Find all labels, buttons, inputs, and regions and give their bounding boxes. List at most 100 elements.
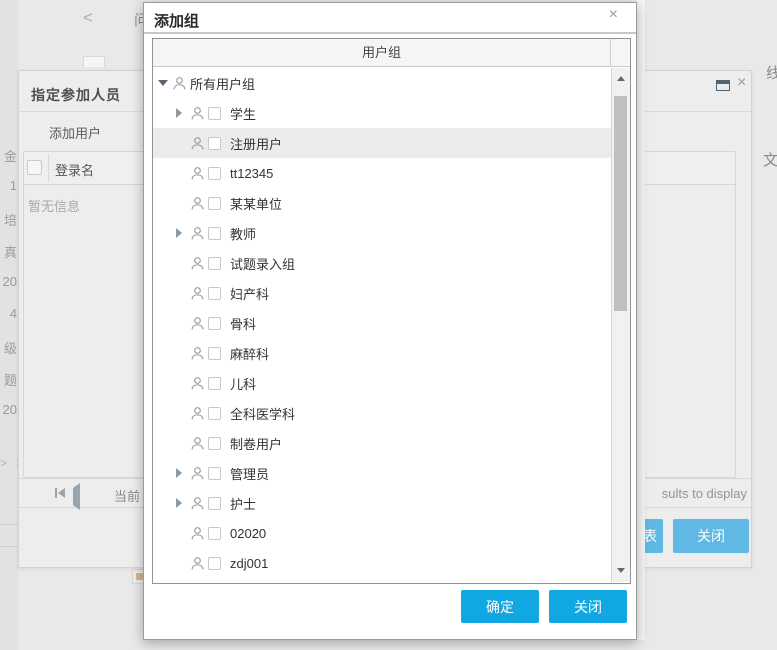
scrollbar-thumb[interactable] xyxy=(614,96,627,311)
group-checkbox[interactable] xyxy=(208,197,221,210)
tree-item-label: 试题录入组 xyxy=(230,254,295,273)
user-group-icon xyxy=(190,436,205,451)
clipped-text-fragment: 文 xyxy=(763,149,777,170)
group-checkbox[interactable] xyxy=(208,287,221,300)
tree-item[interactable]: 护士 xyxy=(153,488,611,518)
tree-item-label: 制卷用户 xyxy=(230,434,282,453)
group-checkbox[interactable] xyxy=(208,377,221,390)
tree-item[interactable]: 麻醉科 xyxy=(153,338,611,368)
column-divider xyxy=(48,154,49,182)
empty-state-text: 暂无信息 xyxy=(28,196,80,215)
group-checkbox[interactable] xyxy=(208,437,221,450)
tree-item[interactable]: 妇产科 xyxy=(153,278,611,308)
tree-item[interactable]: tt12345 xyxy=(153,158,611,188)
tree-item-label: 护士 xyxy=(230,494,256,513)
group-checkbox[interactable] xyxy=(208,167,221,180)
tree-item[interactable]: 试题录入组 xyxy=(153,248,611,278)
user-group-icon xyxy=(190,496,205,511)
group-checkbox[interactable] xyxy=(208,227,221,240)
tree-item[interactable]: 所有用户组 xyxy=(153,68,611,98)
group-checkbox[interactable] xyxy=(208,257,221,270)
group-checkbox[interactable] xyxy=(208,467,221,480)
user-group-column-header[interactable]: 用户组 xyxy=(153,39,611,67)
clipped-text-fragment: 20 xyxy=(0,274,17,289)
user-group-icon xyxy=(190,526,205,541)
tree-item[interactable]: 制卷用户 xyxy=(153,428,611,458)
scroll-up-icon[interactable] xyxy=(612,70,630,86)
user-group-icon xyxy=(190,376,205,391)
clipped-text-fragment: 培 xyxy=(0,210,17,229)
tree-item-label: 儿科 xyxy=(230,374,256,393)
page: < 金1培真204级题20 > > 问 线 文 指定参加人员 × 添加用户 登录… xyxy=(0,0,777,650)
user-group-icon xyxy=(190,286,205,301)
tree-item-label: 学生 xyxy=(230,104,256,123)
modal-gap-strip xyxy=(637,0,645,640)
group-checkbox[interactable] xyxy=(208,347,221,360)
back-chevron-icon[interactable]: < xyxy=(83,8,93,28)
select-all-checkbox[interactable] xyxy=(27,160,42,175)
maximize-icon[interactable] xyxy=(716,80,730,91)
group-checkbox[interactable] xyxy=(208,407,221,420)
clipped-text-fragment: 级 xyxy=(0,338,17,357)
user-group-tree-panel: 用户组 所有用户组学生注册用户 tt12345 某某单位教师试题录入组妇产科骨科麻醉… xyxy=(152,38,631,584)
tree-item[interactable]: 管理员 xyxy=(153,458,611,488)
add-user-tab[interactable]: 添加用户 xyxy=(31,121,119,147)
tree-item[interactable]: 儿科 xyxy=(153,368,611,398)
group-checkbox[interactable] xyxy=(208,137,221,150)
user-group-icon xyxy=(172,76,187,91)
tree-item[interactable]: 02020 xyxy=(153,518,611,548)
first-page-icon[interactable] xyxy=(55,488,65,498)
expand-toggle-icon[interactable] xyxy=(176,108,190,118)
clipped-text-fragment: 题 xyxy=(0,370,17,389)
divider xyxy=(144,32,636,34)
clipped-text-fragment: 线 xyxy=(766,62,777,83)
tree-item[interactable]: 注册用户 xyxy=(153,128,611,158)
tree-item[interactable]: 骨科 xyxy=(153,308,611,338)
user-group-icon xyxy=(190,226,205,241)
clipped-button-fragment xyxy=(83,56,105,67)
expand-toggle-icon[interactable] xyxy=(176,228,190,238)
clipped-text-fragment: 1 xyxy=(0,178,17,193)
group-checkbox[interactable] xyxy=(208,317,221,330)
close-icon[interactable]: × xyxy=(737,74,746,92)
tree-item[interactable]: 学生 xyxy=(153,98,611,128)
user-group-icon xyxy=(190,106,205,121)
scroll-down-icon[interactable] xyxy=(612,562,630,578)
tree-item-label: 妇产科 xyxy=(230,284,269,303)
modal-title: 添加组 xyxy=(154,10,199,31)
tree-item[interactable]: 教师 xyxy=(153,218,611,248)
tree-body: 所有用户组学生注册用户 tt12345 某某单位教师试题录入组妇产科骨科麻醉科儿科全… xyxy=(153,68,611,582)
group-checkbox[interactable] xyxy=(208,557,221,570)
tree-item-label: 麻醉科 xyxy=(230,344,269,363)
tree-item-label: 管理员 xyxy=(230,464,269,483)
tree-item-label: 全科医学科 xyxy=(230,404,295,423)
clipped-text-fragment: 金 xyxy=(0,146,17,165)
user-group-icon xyxy=(190,256,205,271)
tree-item-label: 02020 xyxy=(230,526,266,541)
group-checkbox[interactable] xyxy=(208,527,221,540)
vertical-scrollbar[interactable] xyxy=(611,68,630,582)
page-status-text: 当前 xyxy=(114,486,140,505)
tree-item-label: 注册用户 xyxy=(230,134,282,153)
ok-button[interactable]: 确定 xyxy=(461,590,539,623)
tree-item-label: 某某单位 xyxy=(230,194,282,213)
expand-toggle-icon[interactable] xyxy=(176,468,190,478)
close-icon[interactable]: × xyxy=(609,6,618,24)
group-checkbox[interactable] xyxy=(208,497,221,510)
collapse-toggle-icon[interactable] xyxy=(158,80,172,86)
tree-item[interactable]: 某某单位 xyxy=(153,188,611,218)
user-group-icon xyxy=(190,466,205,481)
dialog-close-button[interactable]: 关闭 xyxy=(673,519,749,553)
tree-item-label: 骨科 xyxy=(230,314,256,333)
login-name-column-header[interactable]: 登录名 xyxy=(55,160,94,179)
user-group-icon xyxy=(190,136,205,151)
prev-page-icon[interactable] xyxy=(73,488,80,506)
user-group-icon xyxy=(190,406,205,421)
group-checkbox[interactable] xyxy=(208,107,221,120)
tree-item[interactable]: zdj001 xyxy=(153,548,611,578)
expand-toggle-icon[interactable] xyxy=(176,498,190,508)
modal-close-button[interactable]: 关闭 xyxy=(549,590,627,623)
user-group-icon xyxy=(190,316,205,331)
clipped-text-fragment: 4 xyxy=(0,306,17,321)
tree-item[interactable]: 全科医学科 xyxy=(153,398,611,428)
